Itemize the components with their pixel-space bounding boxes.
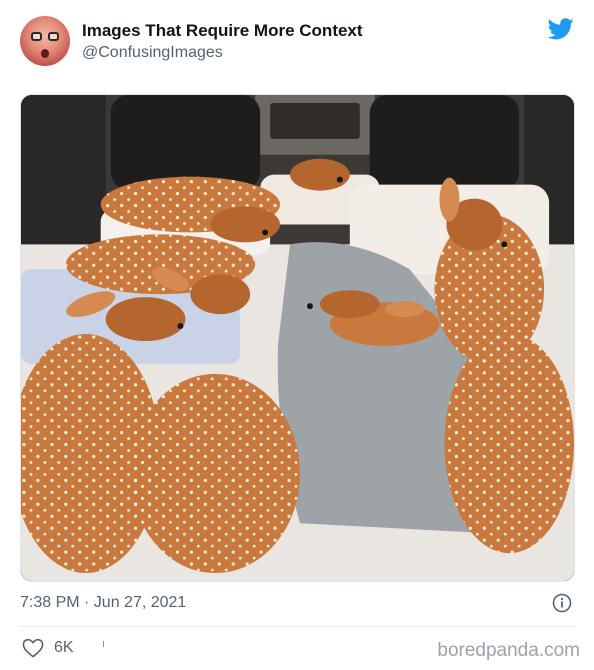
avatar-mouth [41, 49, 49, 58]
like-count: 6K [54, 639, 74, 656]
display-name[interactable]: Images That Require More Context [82, 21, 363, 41]
tweet-card: Images That Require More Context @Confus… [0, 0, 594, 670]
heart-icon[interactable] [22, 638, 44, 658]
tweet-timestamp[interactable]: 7:38 PM · Jun 27, 2021 [20, 594, 186, 612]
tweet-header: Images That Require More Context @Confus… [20, 16, 576, 68]
glasses-icon [31, 32, 59, 42]
user-handle[interactable]: @ConfusingImages [82, 44, 223, 62]
twitter-bird-icon[interactable] [548, 18, 574, 40]
avatar[interactable] [20, 16, 70, 66]
tweet-photo[interactable] [20, 94, 575, 582]
source-watermark: boredpanda.com [437, 640, 580, 661]
separator-mark [103, 641, 104, 647]
like-control[interactable]: 6K [22, 638, 74, 658]
info-icon[interactable] [552, 593, 572, 613]
divider [20, 626, 575, 627]
